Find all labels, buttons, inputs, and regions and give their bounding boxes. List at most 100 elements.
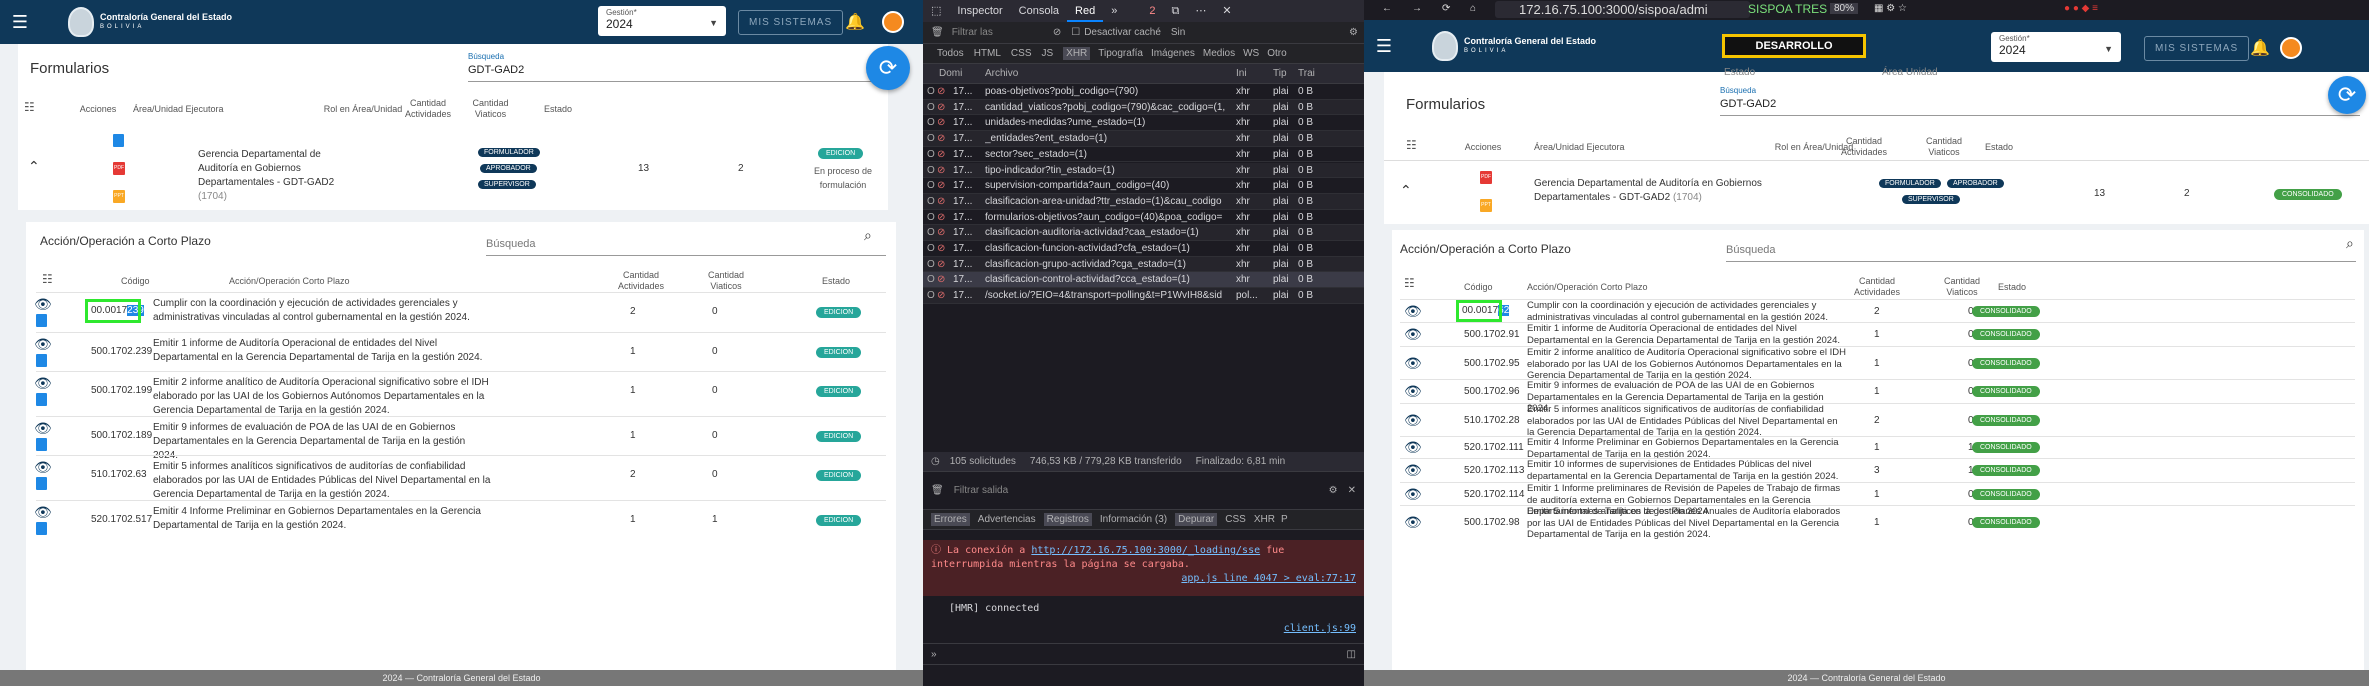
type-js[interactable]: JS [1041,48,1053,59]
eye-icon[interactable]: 👁 [1404,326,1422,343]
throttle-select[interactable]: Sin [1171,27,1185,38]
estado-filter[interactable]: Estado [1724,66,1755,80]
search-icon[interactable]: ⌕ [864,228,872,242]
col-initiator[interactable]: Ini [1236,68,1247,79]
console-filter-input[interactable]: Filtrar salida [954,485,1008,496]
avatar[interactable] [882,11,904,33]
type-css[interactable]: CSS [1011,48,1032,59]
type-other[interactable]: Otro [1267,48,1286,59]
trash-icon[interactable]: 🗑 [931,27,944,38]
reload-icon[interactable]: ⟳ [1442,3,1450,14]
disable-cache-label[interactable]: Desactivar caché [1084,27,1161,38]
collapse-icon[interactable]: ⌃ [1400,183,1412,197]
doc-icon[interactable] [36,314,47,327]
type-html[interactable]: HTML [974,48,1001,59]
eye-icon[interactable]: 👁 [1404,412,1422,429]
ppt-icon[interactable]: PPT [1480,199,1492,212]
picker-icon[interactable]: ⬚ [923,0,949,22]
type-media[interactable]: Medios [1203,48,1235,59]
avatar[interactable] [2280,37,2302,59]
error-source-link[interactable]: app.js line 4047 > eval:77:17 [931,572,1356,586]
level-css[interactable]: CSS [1225,514,1246,525]
eye-icon[interactable]: 👁 [1404,486,1422,503]
eye-icon[interactable]: 👁 [1404,514,1422,531]
request-row[interactable]: O ⊘ 17... clasificacion-control-actividad?c… [923,272,1364,289]
gestion-select[interactable]: Gestión* 2024 ▼ [1991,32,2121,62]
request-row[interactable]: O ⊘ 17... sector?sec_estado=(1) xhr plai 0 B [923,147,1364,163]
address-bar[interactable]: 172.16.75.100:3000/sispoa/admi [1495,1,1750,18]
area-filter[interactable]: Área Unidad [1882,66,1938,80]
request-row[interactable]: O ⊘ 17... /socket.io/?EIO=4&transport=polli… [923,288,1364,304]
sub-search-input[interactable]: Búsqueda [486,226,886,256]
adblock-icon[interactable]: ● ● ◆ ≡ [2064,3,2098,14]
list-icon[interactable]: ☷ [1406,139,1417,151]
doc-icon[interactable] [36,393,47,406]
list-icon[interactable]: ☷ [42,273,53,285]
mis-sistemas-button[interactable]: MIS SISTEMAS [2144,36,2250,61]
type-all[interactable]: Todos [937,48,964,59]
request-row[interactable]: O ⊘ 17... clasificacion-grupo-actividad?cga… [923,256,1364,273]
eye-icon[interactable]: 👁 [34,504,52,521]
type-fonts[interactable]: Tipografía [1098,48,1143,59]
doc-icon[interactable] [36,354,47,367]
request-row[interactable]: O ⊘ 17... formularios-objetivos?aun_codigo=… [923,210,1364,226]
menu-icon[interactable]: ☰ [1364,36,1404,57]
bell-icon[interactable]: 🔔 [845,12,865,32]
request-row[interactable]: O ⊘ 17... unidades-medidas?ume_estado=(1) xh… [923,115,1364,132]
close-icon[interactable]: ✕ [1348,485,1356,496]
refresh-button[interactable]: ⟳ [2328,76,2366,114]
col-type[interactable]: Tip [1273,68,1287,79]
menu-icon[interactable]: ⋯ [1187,0,1214,22]
list-icon[interactable]: ☷ [1404,277,1415,289]
eye-icon[interactable]: 👁 [34,296,52,313]
level-logs[interactable]: Registros [1043,513,1092,526]
eye-icon[interactable]: 👁 [34,375,52,392]
menu-icon[interactable]: ☰ [0,12,40,33]
pdf-icon[interactable]: PDF [1480,171,1492,184]
more-tabs-icon[interactable]: » [1103,0,1125,22]
refresh-button[interactable]: ⟳ [866,46,910,90]
eye-icon[interactable]: 👁 [1404,383,1422,400]
block-icon[interactable]: ⊘ [1053,27,1061,38]
sub-search-input[interactable]: Búsqueda [1726,232,2356,262]
bell-icon[interactable]: 🔔 [2250,38,2270,58]
request-row[interactable]: O ⊘ 17... _entidades?ent_estado=(1) xhr plai 0… [923,131,1364,147]
request-row[interactable]: O ⊘ 17... clasificacion-auditoria-actividad… [923,225,1364,241]
level-info[interactable]: Información (3) [1100,514,1167,525]
col-domain[interactable]: Domi [939,68,962,79]
eye-icon[interactable]: 👁 [1404,439,1422,456]
error-count-badge[interactable]: 2 [1141,0,1163,22]
zoom-level[interactable]: 80% [1830,3,1859,14]
col-file[interactable]: Archivo [985,68,1018,79]
eye-icon[interactable]: 👁 [1404,303,1422,320]
doc-icon[interactable] [36,522,47,535]
filter-url-input[interactable]: Filtrar las [952,27,993,38]
list-icon[interactable]: ☷ [24,101,35,113]
level-more[interactable]: P [1281,514,1288,525]
col-transferred[interactable]: Trai [1298,68,1315,79]
home-icon[interactable]: ⌂ [1470,3,1476,14]
hmr-source-link[interactable]: client.js:99 [949,622,1356,636]
request-row[interactable]: O ⊘ 17... clasificacion-area-unidad?ttr_est… [923,193,1364,210]
level-xhr[interactable]: XHR [1254,514,1275,525]
trash-icon[interactable]: 🗑 [931,485,944,496]
doc-icon[interactable] [36,438,47,451]
request-row[interactable]: O ⊘ 17... cantidad_viaticos?pobj_codigo=(79… [923,99,1364,116]
ppt-icon[interactable]: PPT [113,190,125,203]
request-row[interactable]: O ⊘ 17... poas-objetivos?pobj_codigo=(790) x… [923,84,1364,100]
doc-icon[interactable] [113,134,124,147]
search-icon[interactable]: ⌕ [2346,236,2354,250]
console-input[interactable]: » ◫ [923,643,1364,665]
gestion-select[interactable]: Gestión* 2024 ▼ [598,6,726,36]
tab-red[interactable]: Red [1067,0,1104,22]
close-icon[interactable]: ✕ [1214,0,1239,22]
eye-icon[interactable]: 👁 [34,459,52,476]
search-input[interactable]: Búsqueda GDT-GAD2 [468,52,878,82]
request-row[interactable]: O ⊘ 17... tipo-indicador?tin_estado=(1) xhr p… [923,162,1364,179]
eye-icon[interactable]: 👁 [34,420,52,437]
level-debug[interactable]: Depurar [1175,513,1218,526]
checkbox-icon[interactable]: ☐ [1071,27,1080,38]
type-images[interactable]: Imágenes [1151,48,1195,59]
extensions-icon[interactable]: ▦ ⚙ ☆ [1874,3,1907,14]
gear-icon[interactable]: ⚙ [1349,27,1358,38]
